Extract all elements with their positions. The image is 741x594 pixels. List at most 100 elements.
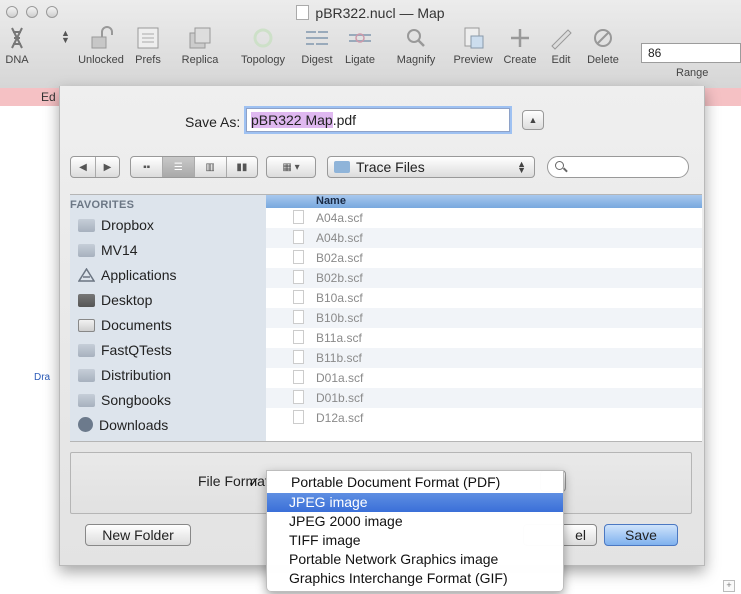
list-item[interactable]: D01a.scf <box>266 368 702 388</box>
list-item[interactable]: B02a.scf <box>266 248 702 268</box>
back-forward-control: ◀ ▶ <box>70 156 120 178</box>
menu-item-gif[interactable]: Graphics Interchange Format (GIF) <box>267 569 563 588</box>
file-icon <box>293 370 304 384</box>
popup-arrows-icon: ▲ ▼ <box>517 159 526 175</box>
sidebar-item-desktop[interactable]: Desktop <box>78 292 152 312</box>
list-view-button[interactable]: ☰ <box>163 157 195 177</box>
window-titlebar: pBR322.nucl — Map DNA ▲ ▼ Unlocked Prefs … <box>0 0 741 89</box>
folder-icon <box>334 161 350 173</box>
search-input[interactable] <box>547 156 689 178</box>
preview-icon <box>460 26 486 50</box>
toolbar-dna-button[interactable]: DNA <box>2 26 32 66</box>
side-drawing-label: Dra <box>34 372 51 383</box>
delete-icon <box>590 26 616 50</box>
column-view-button[interactable]: ▥ <box>195 157 227 177</box>
ligate-icon <box>347 26 373 50</box>
toolbar-digest-button[interactable]: Digest <box>297 26 337 66</box>
checkmark-icon: ✓ <box>248 474 260 490</box>
expand-dialog-button[interactable]: ▲ <box>522 110 544 130</box>
sidebar-item-mv14[interactable]: MV14 <box>78 242 138 262</box>
digest-icon <box>304 26 330 50</box>
sidebar-item-dropbox[interactable]: Dropbox <box>78 217 154 237</box>
file-icon <box>293 250 304 264</box>
save-as-label: Save As: <box>185 114 241 130</box>
list-item[interactable]: B10b.scf <box>266 308 702 328</box>
back-button[interactable]: ◀ <box>71 157 96 177</box>
file-format-menu: ✓ Portable Document Format (PDF) JPEG im… <box>248 470 564 592</box>
sidebar-item-distribution[interactable]: Distribution <box>78 367 171 387</box>
list-item[interactable]: B10a.scf <box>266 288 702 308</box>
toolbar-ligate-button[interactable]: Ligate <box>340 26 380 66</box>
window-title: pBR322.nucl — Map <box>0 5 741 21</box>
list-item[interactable]: B11b.scf <box>266 348 702 368</box>
file-icon <box>293 310 304 324</box>
menu-item-tiff[interactable]: TIFF image <box>267 531 563 550</box>
arrange-icon: ▦ ▾ <box>282 161 300 173</box>
toolbar-replica-button[interactable]: Replica <box>178 26 222 66</box>
list-item[interactable]: B11a.scf <box>266 328 702 348</box>
menu-item-jpeg2000[interactable]: JPEG 2000 image <box>267 512 563 531</box>
name-column-header[interactable]: Name <box>266 195 702 208</box>
sidebar-item-applications[interactable]: Applications <box>77 267 177 287</box>
folder-icon <box>78 244 95 257</box>
toolbar-delete-button[interactable]: Delete <box>583 26 623 66</box>
toolbar-edit-button[interactable]: Edit <box>546 26 576 66</box>
toolbar-unlocked-button[interactable]: Unlocked <box>76 26 126 66</box>
sidebar-item-documents[interactable]: Documents <box>78 317 172 337</box>
file-icon <box>293 350 304 364</box>
coverflow-view-button[interactable]: ▮▮ <box>227 157 257 177</box>
list-item[interactable]: A04b.scf <box>266 228 702 248</box>
toolbar-preview-button[interactable]: Preview <box>451 26 495 66</box>
menu-item-jpeg[interactable]: JPEG image <box>267 493 563 512</box>
filename-input[interactable]: pBR322 Map.pdf <box>246 108 510 132</box>
magnify-icon <box>403 26 429 50</box>
favorites-sidebar: FAVORITES Dropbox MV14 Applications Desk… <box>70 194 266 442</box>
menu-item-pdf[interactable]: ✓ Portable Document Format (PDF) <box>248 473 563 492</box>
folder-icon <box>78 344 95 357</box>
applications-icon <box>77 267 96 282</box>
arrange-menu-button[interactable]: ▦ ▾ <box>266 156 316 178</box>
replica-icon <box>187 26 213 50</box>
file-list: Name A04a.scf A04b.scf B02a.scf B02b.scf… <box>266 194 702 442</box>
toolbar-magnify-button[interactable]: Magnify <box>392 26 440 66</box>
document-icon <box>296 5 310 20</box>
sidebar-item-fastqtests[interactable]: FastQTests <box>78 342 172 362</box>
toolbar-topology-button[interactable]: Topology <box>236 26 290 66</box>
file-icon <box>293 210 304 224</box>
location-popup[interactable]: Trace Files ▲ ▼ <box>327 156 535 178</box>
toolbar-create-button[interactable]: Create <box>502 26 538 66</box>
file-icon <box>293 330 304 344</box>
filename-extension: .pdf <box>332 112 357 128</box>
file-icon <box>293 270 304 284</box>
folder-icon <box>78 369 95 382</box>
documents-icon <box>78 319 95 332</box>
folder-icon <box>78 394 95 407</box>
menu-item-png[interactable]: Portable Network Graphics image <box>267 550 563 569</box>
create-icon <box>507 26 533 50</box>
toolbar-prefs-button[interactable]: Prefs <box>133 26 163 66</box>
list-item[interactable]: D12a.scf <box>266 408 702 428</box>
list-item[interactable]: B02b.scf <box>266 268 702 288</box>
icon-view-button[interactable]: ▪▪ <box>131 157 164 177</box>
dna-icon <box>4 26 30 50</box>
list-item[interactable]: A04a.scf <box>266 208 702 228</box>
new-folder-button[interactable]: New Folder <box>85 524 191 546</box>
save-button[interactable]: Save <box>604 524 678 546</box>
forward-button[interactable]: ▶ <box>96 157 119 177</box>
edit-icon <box>548 26 574 50</box>
unlocked-icon <box>88 26 114 50</box>
search-icon <box>555 161 564 170</box>
dna-stepper-icon[interactable]: ▲ ▼ <box>61 29 70 45</box>
range-input[interactable]: 86 <box>641 43 741 63</box>
toolbar: DNA ▲ ▼ Unlocked Prefs Replica Topology D… <box>0 26 741 82</box>
file-icon <box>293 230 304 244</box>
sidebar-item-downloads[interactable]: Downloads <box>78 417 168 437</box>
file-icon <box>293 290 304 304</box>
file-icon <box>293 410 304 424</box>
editor-header-label: Ed <box>41 90 56 104</box>
downloads-icon <box>78 417 93 432</box>
sidebar-item-songbooks[interactable]: Songbooks <box>78 392 171 412</box>
prefs-icon <box>135 26 161 50</box>
list-item[interactable]: D01b.scf <box>266 388 702 408</box>
resize-corner-icon[interactable]: + <box>723 580 735 592</box>
